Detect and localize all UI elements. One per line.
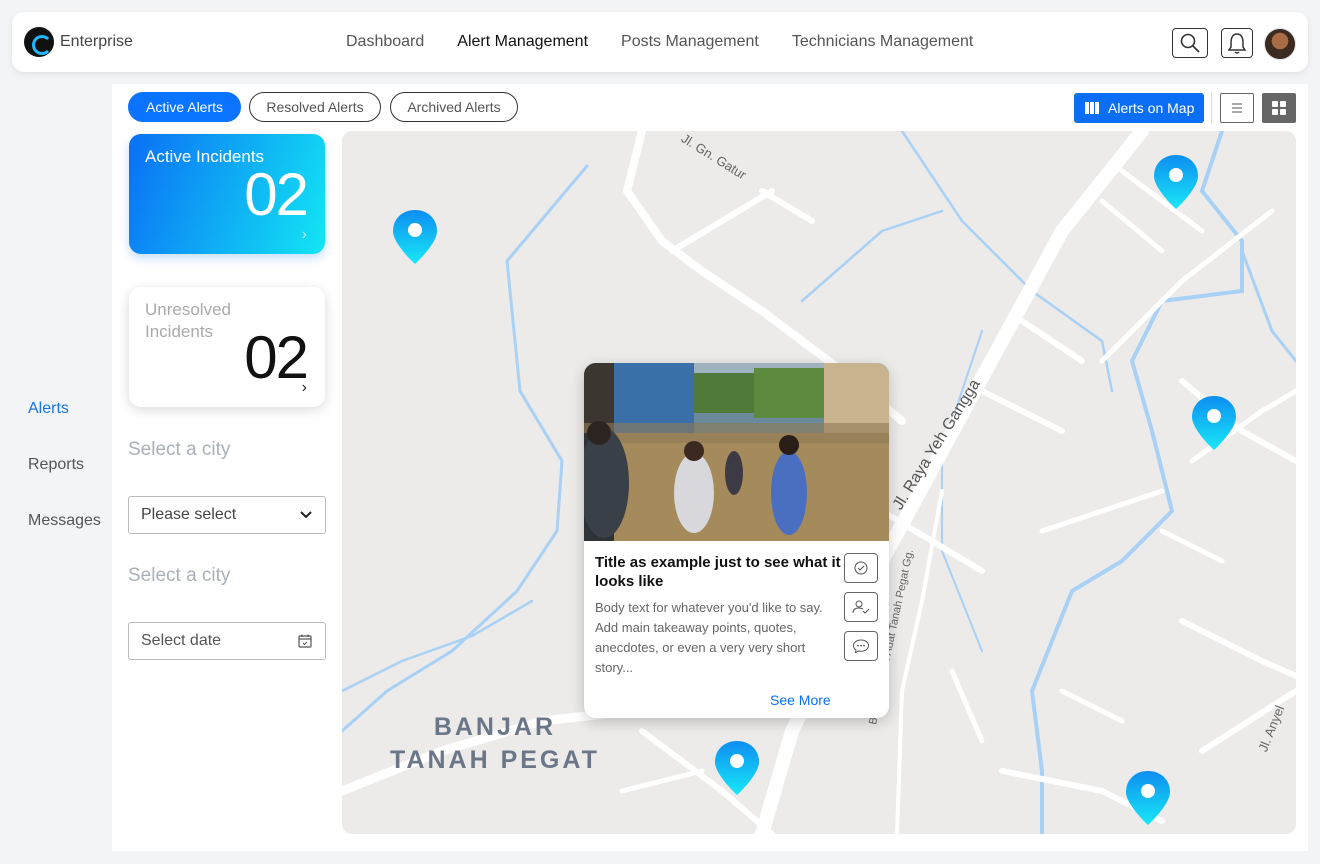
assign-technician-button[interactable] — [844, 592, 878, 622]
map-place-name-line2: TANAH PEGAT — [390, 746, 600, 774]
map-pin-icon[interactable] — [1124, 769, 1172, 827]
map-pin-icon[interactable] — [1152, 153, 1200, 211]
date-picker[interactable]: Select date — [128, 622, 326, 660]
tab-resolved-alerts[interactable]: Resolved Alerts — [249, 92, 381, 122]
city-filter-label: Select a city — [128, 439, 231, 460]
comment-button[interactable] — [844, 631, 878, 661]
main-nav: Dashboard Alert Management Posts Managem… — [346, 12, 973, 72]
tab-active-alerts[interactable]: Active Alerts — [128, 92, 241, 122]
sidebar-item-alerts[interactable]: Alerts — [28, 400, 101, 418]
notifications-button[interactable] — [1221, 28, 1253, 58]
alert-photo — [584, 363, 889, 541]
date-filter-label: Select a city — [128, 565, 231, 586]
alerts-on-map-button[interactable]: Alerts on Map — [1074, 93, 1204, 123]
main-panel: Active Alerts Resolved Alerts Archived A… — [112, 84, 1308, 851]
see-more-link[interactable]: See More — [770, 692, 831, 708]
unresolved-incidents-count: 02 — [244, 324, 309, 391]
alerts-map[interactable]: BANJAR TANAH PEGAT Jl. Gn. Gatur Jl. Ray… — [342, 131, 1296, 834]
brand[interactable]: Enterprise — [24, 27, 133, 57]
city-select-value: Please select — [141, 506, 237, 523]
date-picker-value: Select date — [141, 632, 222, 649]
nav-dashboard[interactable]: Dashboard — [346, 33, 424, 51]
sidebar-item-messages[interactable]: Messages — [28, 512, 101, 530]
chevron-right-icon: › — [301, 379, 307, 396]
map-place-name-line1: BANJAR — [433, 713, 557, 741]
unresolved-incidents-card[interactable]: Unresolved Incidents 02 › — [129, 287, 325, 407]
map-pin-icon[interactable] — [1190, 394, 1238, 452]
nav-posts-management[interactable]: Posts Management — [621, 33, 759, 51]
resolve-button[interactable] — [844, 553, 878, 583]
brand-name: Enterprise — [60, 33, 133, 50]
brand-logo-icon — [24, 27, 54, 57]
grid-icon — [1272, 101, 1286, 115]
chevron-right-icon: › — [301, 226, 307, 243]
chevron-down-icon — [300, 511, 312, 519]
unresolved-incidents-title: Unresolved Incidents — [145, 300, 231, 341]
user-avatar[interactable] — [1264, 28, 1296, 60]
map-place-name: BANJAR TANAH PEGAT — [390, 711, 600, 777]
nav-technicians-management[interactable]: Technicians Management — [792, 33, 973, 51]
grid-view-button[interactable] — [1262, 93, 1296, 123]
calendar-icon — [298, 634, 312, 648]
list-icon — [1232, 103, 1242, 113]
map-icon — [1085, 102, 1099, 114]
nav-alert-management[interactable]: Alert Management — [457, 33, 588, 51]
list-view-button[interactable] — [1220, 93, 1254, 123]
map-pin-icon[interactable] — [713, 739, 761, 797]
active-incidents-count: 02 — [244, 161, 309, 228]
bell-icon — [1227, 33, 1247, 54]
alert-popup-body: Body text for whatever you'd like to say… — [595, 600, 823, 675]
map-pin-icon[interactable] — [391, 208, 439, 266]
top-bar: Enterprise Dashboard Alert Management Po… — [12, 12, 1308, 72]
side-nav: Alerts Reports Messages — [28, 400, 101, 568]
search-button[interactable] — [1172, 28, 1208, 58]
active-incidents-card[interactable]: Active Incidents 02 › — [129, 134, 325, 254]
alert-popup-title: Title as example just to see what it loo… — [595, 554, 841, 590]
search-icon — [1180, 33, 1200, 53]
sidebar-item-reports[interactable]: Reports — [28, 456, 101, 474]
alerts-on-map-label: Alerts on Map — [1108, 100, 1195, 116]
user-check-icon — [852, 600, 870, 614]
tab-archived-alerts[interactable]: Archived Alerts — [390, 92, 518, 122]
alert-popup[interactable]: Title as example just to see what it loo… — [584, 363, 889, 718]
toolbar-divider — [1211, 92, 1212, 124]
chat-icon — [852, 639, 870, 654]
check-circle-icon — [854, 561, 868, 575]
city-select[interactable]: Please select — [128, 496, 326, 534]
